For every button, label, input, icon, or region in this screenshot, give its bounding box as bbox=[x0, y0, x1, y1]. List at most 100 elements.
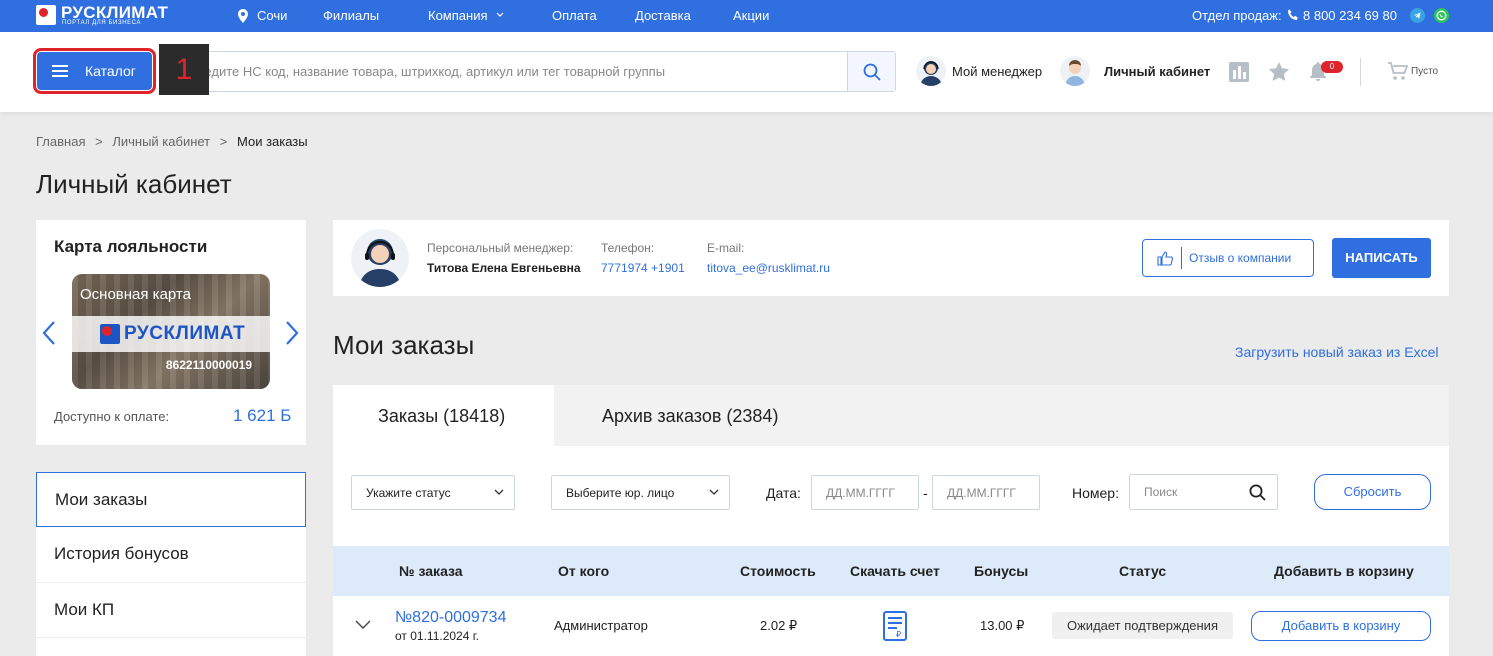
nav-company[interactable]: Компания bbox=[428, 8, 488, 23]
card-brand: РУСКЛИМАТ bbox=[124, 323, 246, 344]
order-bonus: 13.00 ₽ bbox=[980, 618, 1025, 633]
order-date: от 01.11.2024 г. bbox=[395, 629, 479, 643]
compare-chart-icon[interactable] bbox=[1229, 62, 1249, 82]
available-label: Доступно к оплате: bbox=[54, 409, 170, 424]
cart-icon[interactable] bbox=[1388, 62, 1408, 81]
sidebar-item-bonus-history[interactable]: История бонусов bbox=[36, 527, 306, 582]
sidebar-item-partial[interactable] bbox=[36, 638, 306, 656]
number-search-input[interactable] bbox=[1130, 475, 1240, 508]
logo-mark-icon bbox=[36, 5, 56, 25]
breadcrumb-account[interactable]: Личный кабинет bbox=[112, 134, 210, 149]
catalog-label: Каталог bbox=[85, 63, 136, 79]
svg-text:₽: ₽ bbox=[896, 630, 901, 639]
chevron-right-icon[interactable] bbox=[285, 320, 299, 346]
loyalty-title: Карта лояльности bbox=[54, 237, 208, 256]
location-pin-icon bbox=[238, 9, 248, 23]
loyalty-card-image[interactable]: Основная карта РУСКЛИМАТ 8622110000019 bbox=[72, 274, 270, 389]
breadcrumb-home[interactable]: Главная bbox=[36, 134, 85, 149]
breadcrumb-separator: > bbox=[95, 134, 103, 149]
review-button-label: Отзыв о компании bbox=[1189, 251, 1292, 265]
sidebar-item-my-quotes[interactable]: Мои КП bbox=[36, 583, 306, 638]
order-number-link[interactable]: №820-0009734 bbox=[395, 609, 506, 627]
my-manager-link[interactable]: Мой менеджер bbox=[952, 64, 1042, 79]
manager-phone-label: Телефон: bbox=[601, 241, 655, 255]
date-from-input[interactable] bbox=[812, 476, 918, 509]
sales-label: Отдел продаж: bbox=[1192, 8, 1282, 23]
page-title: Личный кабинет bbox=[36, 169, 232, 199]
number-label: Номер: bbox=[1072, 485, 1119, 501]
whatsapp-icon[interactable] bbox=[1434, 8, 1449, 23]
available-value: 1 621 Б bbox=[233, 406, 292, 425]
col-cost: Стоимость bbox=[740, 563, 816, 579]
write-button[interactable]: НАПИСАТЬ bbox=[1332, 238, 1431, 278]
col-download-invoice: Скачать счет bbox=[850, 563, 940, 579]
tab-label: Заказы (18418) bbox=[378, 406, 506, 426]
add-to-cart-button[interactable]: Добавить в корзину bbox=[1251, 611, 1431, 641]
personal-account-link[interactable]: Личный кабинет bbox=[1104, 64, 1210, 79]
logo-subtitle: ПОРТАЛ ДЛЯ БИЗНЕСА bbox=[62, 20, 142, 26]
account-avatar-icon bbox=[1060, 56, 1090, 86]
phone-icon bbox=[1288, 9, 1298, 20]
manager-label: Персональный менеджер: bbox=[427, 241, 574, 255]
date-label: Дата: bbox=[766, 485, 801, 501]
date-to-input[interactable] bbox=[933, 476, 1039, 509]
manager-avatar-icon bbox=[916, 56, 946, 86]
date-separator: - bbox=[923, 485, 928, 501]
legal-entity-select[interactable]: Выберите юр. лицо bbox=[551, 475, 730, 510]
manager-email-label: E-mail: bbox=[707, 241, 745, 255]
search-input[interactable] bbox=[189, 52, 839, 91]
nav-payment[interactable]: Оплата bbox=[552, 8, 597, 23]
sidebar-item-my-orders[interactable]: Мои заказы bbox=[36, 472, 306, 527]
chevron-down-icon bbox=[709, 489, 719, 495]
card-logo-mark-icon bbox=[100, 324, 120, 344]
review-button[interactable]: Отзыв о компании bbox=[1142, 239, 1314, 277]
telegram-icon[interactable] bbox=[1410, 8, 1425, 23]
order-from: Администратор bbox=[554, 618, 648, 633]
chevron-down-icon bbox=[496, 12, 504, 17]
status-select[interactable]: Укажите статус bbox=[351, 475, 515, 510]
manager-name: Титова Елена Евгеньевна bbox=[427, 261, 581, 275]
search-icon[interactable] bbox=[1249, 484, 1266, 501]
nav-promotions[interactable]: Акции bbox=[733, 8, 769, 23]
breadcrumb-separator: > bbox=[219, 134, 228, 149]
chevron-left-icon[interactable] bbox=[42, 320, 56, 346]
sidebar-item-label: Мои заказы bbox=[55, 490, 148, 509]
nav-delivery[interactable]: Доставка bbox=[635, 8, 691, 23]
col-order-number: № заказа bbox=[399, 563, 463, 579]
reset-button[interactable]: Сбросить bbox=[1314, 474, 1431, 510]
header-divider bbox=[1360, 58, 1361, 86]
expand-chevron-icon[interactable] bbox=[355, 620, 371, 629]
sales-phone[interactable]: 8 800 234 69 80 bbox=[1303, 8, 1397, 23]
search-bar bbox=[170, 51, 896, 92]
status-select-value: Укажите статус bbox=[366, 486, 451, 500]
breadcrumb: Главная > Личный кабинет > Мои заказы bbox=[36, 134, 314, 149]
invoice-download-icon[interactable]: ₽ bbox=[883, 611, 907, 641]
chevron-down-icon bbox=[494, 489, 504, 495]
notification-count-badge: 0 bbox=[1321, 61, 1343, 73]
thumbs-up-icon bbox=[1157, 251, 1173, 266]
upload-excel-link[interactable]: Загрузить новый заказ из Excel bbox=[1235, 344, 1438, 360]
manager-phone[interactable]: 7771974 +1901 bbox=[601, 261, 685, 275]
search-button[interactable] bbox=[847, 52, 895, 91]
nav-branches[interactable]: Филиалы bbox=[323, 8, 379, 23]
top-bar: РУСКЛИМАТ ПОРТАЛ ДЛЯ БИЗНЕСА Сочи Филиал… bbox=[0, 0, 1493, 32]
manager-email[interactable]: titova_ee@rusklimat.ru bbox=[707, 261, 830, 275]
tab-orders[interactable]: Заказы (18418) bbox=[333, 385, 554, 447]
favorites-star-icon[interactable] bbox=[1269, 62, 1289, 81]
cart-status[interactable]: Пусто bbox=[1411, 66, 1438, 77]
tab-archive[interactable]: Архив заказов (2384) bbox=[554, 385, 834, 447]
sidebar-item-label: История бонусов bbox=[54, 544, 189, 563]
number-search-field bbox=[1129, 474, 1278, 510]
breadcrumb-current: Мои заказы bbox=[236, 134, 308, 149]
col-add-to-cart: Добавить в корзину bbox=[1274, 563, 1414, 579]
order-cost: 2.02 ₽ bbox=[760, 618, 798, 633]
catalog-button[interactable]: Каталог bbox=[33, 48, 156, 94]
card-title: Основная карта bbox=[80, 286, 191, 303]
legal-entity-select-value: Выберите юр. лицо bbox=[566, 486, 675, 500]
col-from: От кого bbox=[558, 563, 610, 579]
menu-hamburger-icon bbox=[52, 65, 68, 77]
city-selector[interactable]: Сочи bbox=[257, 8, 287, 23]
manager-photo-icon bbox=[351, 229, 409, 287]
col-status: Статус bbox=[1119, 563, 1167, 579]
step-annotation-badge: 1 bbox=[159, 44, 209, 95]
